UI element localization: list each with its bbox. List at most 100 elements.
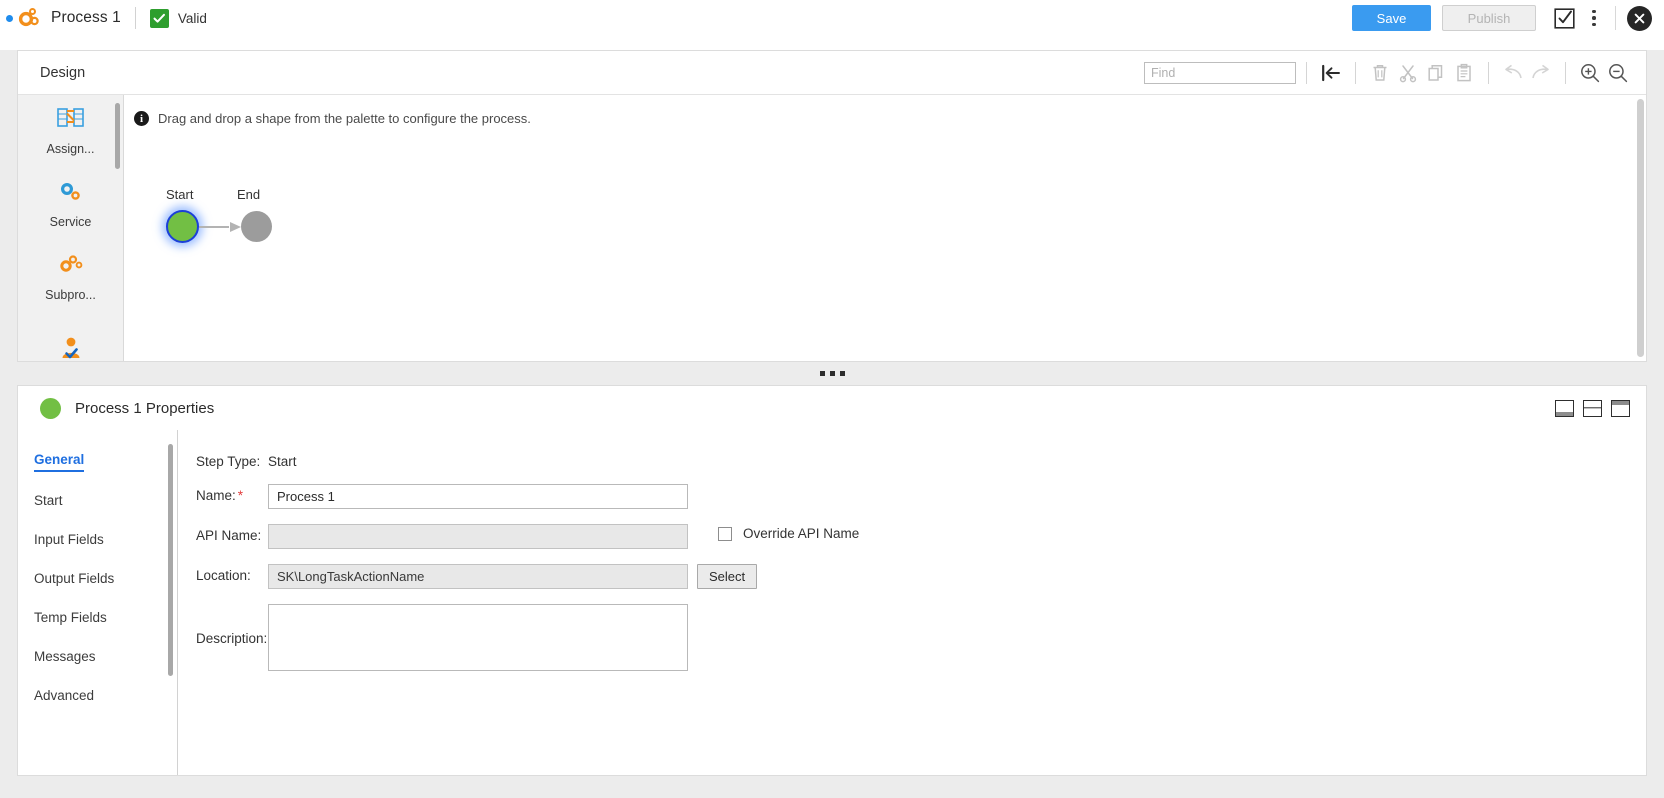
tab-temp-fields[interactable]: Temp Fields xyxy=(18,598,177,637)
top-divider xyxy=(134,7,136,29)
properties-header: Process 1 Properties xyxy=(18,386,1646,430)
override-api-name-checkbox[interactable] xyxy=(718,526,732,541)
splitter-handle-icon xyxy=(819,371,845,376)
name-label-text: Name: xyxy=(196,488,236,503)
kebab-menu-icon xyxy=(1592,9,1596,27)
top-bar: Process 1 Valid Save Publish xyxy=(0,0,1664,36)
collapse-left-icon[interactable] xyxy=(1317,59,1345,87)
override-api-name-label: Override API Name xyxy=(743,526,860,541)
select-location-button[interactable]: Select xyxy=(697,564,758,589)
name-input[interactable] xyxy=(268,484,688,509)
palette-scrollbar[interactable] xyxy=(115,103,120,169)
palette-label: Assign... xyxy=(46,142,95,156)
copy-icon[interactable] xyxy=(1422,59,1450,87)
location-label: Location: xyxy=(196,568,251,583)
description-label: Description: xyxy=(196,631,268,646)
tab-input-fields[interactable]: Input Fields xyxy=(18,520,177,559)
api-name-input xyxy=(268,524,688,549)
paste-icon[interactable] xyxy=(1450,59,1478,87)
canvas-hint: i Drag and drop a shape from the palette… xyxy=(124,95,1646,126)
step-type-value: Start xyxy=(268,454,297,469)
tab-label: Start xyxy=(34,493,63,508)
undo-icon[interactable] xyxy=(1499,59,1527,87)
tab-label: Input Fields xyxy=(34,532,104,547)
find-input[interactable] xyxy=(1144,61,1296,84)
toolbar-divider-4 xyxy=(1565,61,1566,84)
tab-messages[interactable]: Messages xyxy=(18,637,177,676)
palette-item-service[interactable]: Service xyxy=(18,168,123,241)
name-label: Name: * xyxy=(196,484,268,503)
process-canvas[interactable]: i Drag and drop a shape from the palette… xyxy=(124,95,1646,361)
design-toolbar xyxy=(1144,59,1632,87)
main-shell: Design Find Assign... Service Subpro... … xyxy=(0,50,1664,798)
save-button[interactable]: Save xyxy=(1352,5,1431,31)
tab-label: General xyxy=(34,452,85,472)
api-name-label: API Name: xyxy=(196,528,262,543)
app-title: Process 1 xyxy=(51,9,121,26)
design-body: Assign... Service Subpro... i Drag and d… xyxy=(18,95,1646,361)
info-icon: i xyxy=(134,111,149,126)
toolbar-divider-2 xyxy=(1355,61,1356,84)
tab-output-fields[interactable]: Output Fields xyxy=(18,559,177,598)
redo-icon[interactable] xyxy=(1527,59,1555,87)
cut-icon[interactable] xyxy=(1394,59,1422,87)
palette-item-assignment[interactable]: Assign... xyxy=(18,95,123,168)
service-gears-icon xyxy=(57,180,85,209)
publish-button[interactable]: Publish xyxy=(1442,5,1536,31)
tab-general[interactable]: General xyxy=(18,442,177,481)
tab-label: Messages xyxy=(34,649,96,664)
assignment-icon xyxy=(56,107,86,136)
status-label: Valid xyxy=(177,10,207,26)
zoom-in-icon[interactable] xyxy=(1576,59,1604,87)
start-step-indicator-icon xyxy=(40,397,61,419)
toolbar-divider-1 xyxy=(1306,61,1307,84)
status-badge: Valid xyxy=(149,8,207,28)
properties-body: General Start Input Fields Output Fields… xyxy=(18,430,1646,775)
validate-button[interactable] xyxy=(1549,4,1579,32)
subprocess-gears-icon xyxy=(56,253,86,282)
properties-nav: General Start Input Fields Output Fields… xyxy=(18,430,178,775)
location-input xyxy=(268,564,688,589)
top-actions-divider xyxy=(1615,6,1616,30)
start-node-label: Start xyxy=(166,187,194,202)
palette-item-subprocess[interactable]: Subpro... xyxy=(18,241,123,314)
layout-split-icon[interactable] xyxy=(1583,399,1602,417)
tab-advanced[interactable]: Advanced xyxy=(18,676,177,715)
panel-splitter[interactable] xyxy=(0,362,1664,385)
canvas-vertical-scrollbar[interactable] xyxy=(1637,99,1644,357)
description-textarea[interactable] xyxy=(268,604,688,671)
palette-item-human-task[interactable] xyxy=(18,314,123,361)
close-icon xyxy=(1634,13,1645,23)
layout-top-icon[interactable] xyxy=(1611,399,1630,417)
start-node[interactable] xyxy=(166,210,199,243)
design-title: Design xyxy=(40,64,86,81)
tab-start[interactable]: Start xyxy=(18,481,177,520)
more-options-button[interactable] xyxy=(1579,4,1609,32)
node-label-row: Start End xyxy=(166,187,272,202)
flow-connector-arrow-icon xyxy=(199,221,241,232)
toolbar-divider-3 xyxy=(1488,61,1489,84)
properties-title: Process 1 Properties xyxy=(75,399,215,417)
override-api-name-control[interactable]: Override API Name xyxy=(718,524,859,541)
panel-layout-controls xyxy=(1555,399,1630,417)
description-row: Description: xyxy=(196,604,1646,671)
process-flow: Start End xyxy=(166,187,272,243)
shape-palette: Assign... Service Subpro... xyxy=(18,95,124,361)
properties-panel: Process 1 Properties General Start Input… xyxy=(17,385,1647,776)
properties-nav-scrollbar[interactable] xyxy=(168,444,173,676)
required-asterisk: * xyxy=(237,488,244,503)
node-row xyxy=(166,210,272,243)
palette-label: Subpro... xyxy=(45,288,96,302)
end-node[interactable] xyxy=(241,211,272,242)
step-type-label: Step Type: xyxy=(196,454,261,469)
zoom-out-icon[interactable] xyxy=(1604,59,1632,87)
location-row: Location: Select xyxy=(196,564,1646,589)
close-button[interactable] xyxy=(1627,5,1652,31)
delete-icon[interactable] xyxy=(1366,59,1394,87)
layout-bottom-icon[interactable] xyxy=(1555,399,1574,417)
end-node-label: End xyxy=(237,187,261,202)
tab-label: Temp Fields xyxy=(34,610,107,625)
top-bar-actions: Save Publish xyxy=(1352,4,1652,32)
tab-label: Advanced xyxy=(34,688,95,703)
human-task-icon xyxy=(57,336,85,361)
